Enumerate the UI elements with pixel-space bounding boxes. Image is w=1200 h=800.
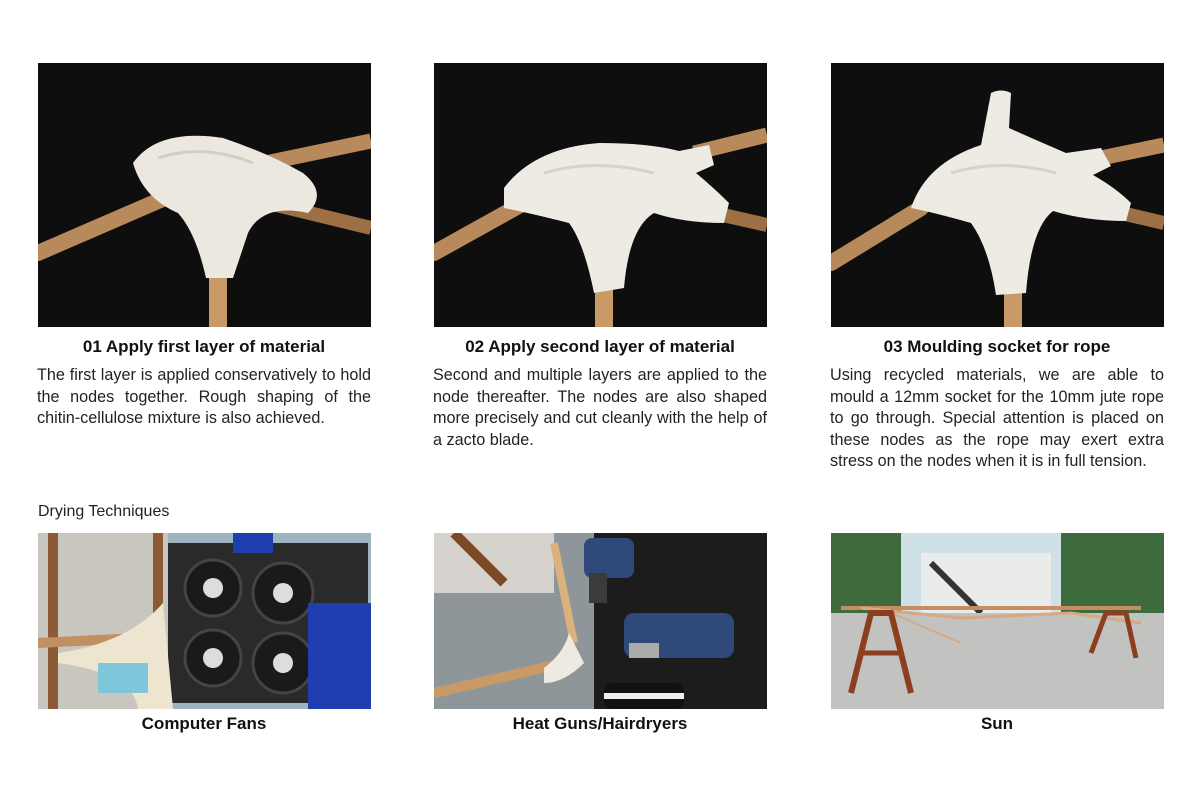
step-2-title: 02 Apply second layer of material <box>465 337 735 356</box>
step-1-description: The first layer is applied conservativel… <box>37 366 371 428</box>
step-2-description: Second and multiple layers are applied t… <box>433 366 767 449</box>
step-1-title: 01 Apply first layer of material <box>82 337 326 356</box>
drying-techniques-heading: Drying Techniques <box>38 503 170 520</box>
heat-guns-caption: Heat Guns/Hairdryers <box>512 714 688 733</box>
step-3-photo <box>831 63 1164 327</box>
computer-fans-caption: Computer Fans <box>141 714 267 733</box>
step-3-description: Using recycled materials, we are able to… <box>830 366 1164 471</box>
sun-caption: Sun <box>980 714 1014 733</box>
sun-drying-photo <box>831 533 1164 709</box>
heat-guns-photo <box>434 533 767 709</box>
step-2-photo <box>434 63 767 327</box>
step-1-photo <box>38 63 371 327</box>
computer-fans-photo <box>38 533 371 709</box>
step-3-title: 03 Moulding socket for rope <box>883 337 1111 356</box>
